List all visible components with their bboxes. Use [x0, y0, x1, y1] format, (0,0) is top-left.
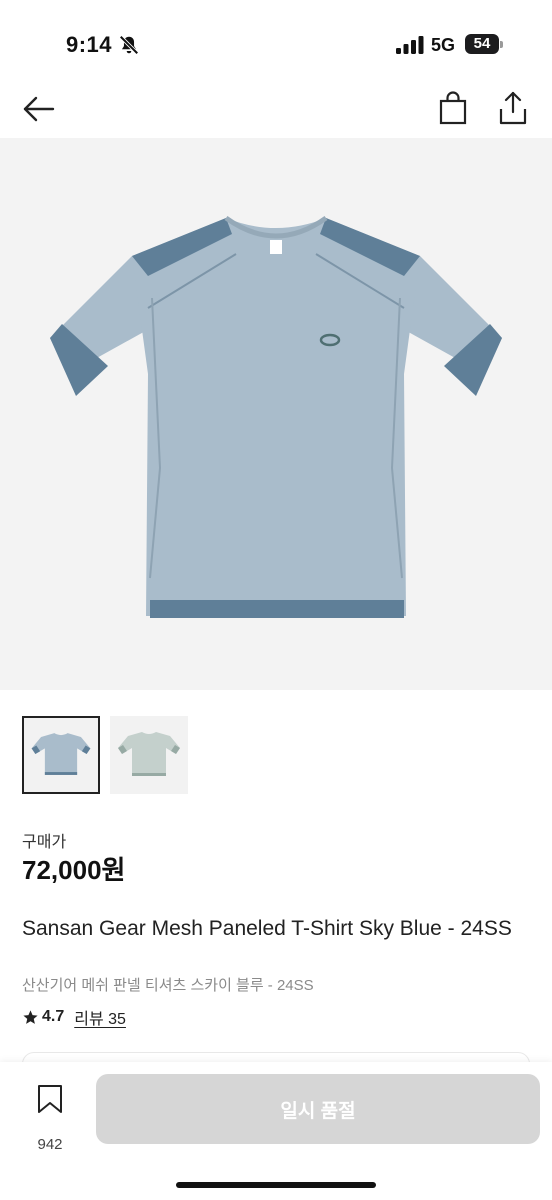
sold-out-button[interactable]: 일시 품절 — [96, 1074, 540, 1144]
battery-icon: 54 — [465, 34, 503, 54]
bookmark-icon — [38, 1085, 62, 1113]
product-image[interactable] — [0, 138, 552, 690]
bottom-action-bar: 942 일시 품절 — [0, 1062, 552, 1200]
share-icon[interactable] — [498, 90, 528, 126]
thumbnail-mint[interactable] — [110, 716, 188, 794]
back-arrow-icon[interactable] — [22, 92, 56, 126]
status-bar: 9:14 5G 54 — [0, 0, 552, 88]
network-label: 5G — [431, 35, 456, 55]
bell-off-icon — [119, 35, 139, 55]
thumbnail-strip — [22, 716, 188, 796]
home-indicator — [176, 1182, 376, 1188]
tshirt-illustration — [50, 215, 502, 618]
rating-value: 4.7 — [42, 1008, 65, 1025]
review-link[interactable]: 리뷰 35 — [74, 1005, 126, 1029]
product-title-ko: 산산기어 메쉬 판넬 티셔츠 스카이 블루 - 24SS — [22, 977, 314, 994]
wish-count: 942 — [37, 1136, 63, 1153]
product-title: Sansan Gear Mesh Paneled T-Shirt Sky Blu… — [22, 917, 512, 940]
battery-level: 54 — [473, 35, 491, 52]
top-nav — [0, 84, 552, 134]
rating-row: 4.7 리뷰 35 — [22, 1005, 126, 1029]
star-icon — [23, 1009, 38, 1024]
shopping-bag-icon[interactable] — [438, 91, 468, 125]
status-time: 9:14 — [66, 32, 113, 57]
wishlist-button[interactable]: 942 — [26, 1084, 74, 1153]
thumbnail-sky-blue[interactable] — [22, 716, 100, 794]
price: 72,000원 — [22, 855, 126, 885]
signal-icon — [396, 36, 424, 54]
price-label: 구매가 — [22, 834, 67, 851]
